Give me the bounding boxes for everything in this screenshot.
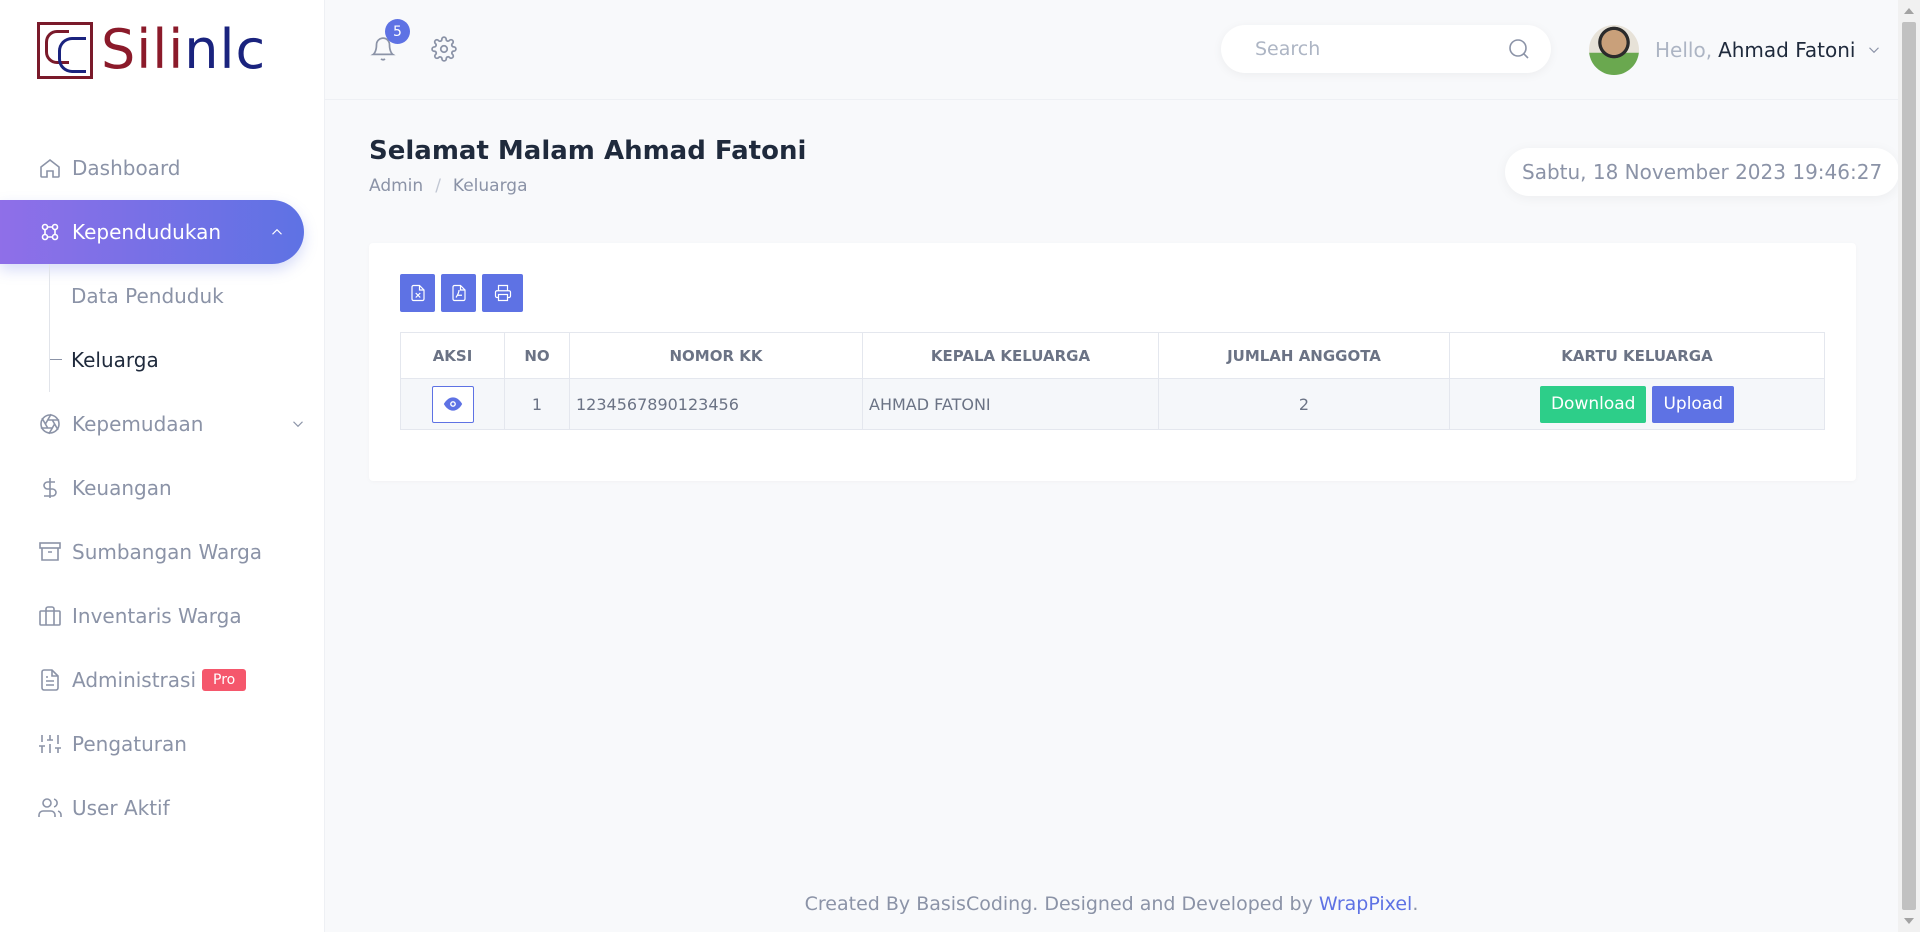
sidebar-item-label: Administrasi: [72, 668, 197, 692]
export-pdf-button[interactable]: [441, 274, 476, 312]
column-header-jumlah-anggota: JUMLAH ANGGOTA: [1158, 332, 1450, 379]
table-header-row: AKSI NO NOMOR KK KEPALA KELUARGA JUMLAH …: [400, 332, 1825, 379]
export-toolbar: [400, 274, 523, 312]
cell-jumlah-anggota: 2: [1158, 378, 1450, 430]
logo-text: Silinlc: [101, 18, 267, 81]
column-header-kartu-keluarga: KARTU KELUARGA: [1449, 332, 1825, 379]
table-row: 1 1234567890123456 AHMAD FATONI 2 Downlo…: [400, 378, 1825, 430]
eye-icon: [443, 397, 462, 411]
datetime-display: Sabtu, 18 November 2023 19:46:27: [1505, 148, 1900, 196]
hello-label: Hello,: [1655, 38, 1713, 62]
sidebar-item-keuangan[interactable]: Keuangan: [0, 456, 325, 520]
brand-logo[interactable]: Silinlc: [37, 20, 266, 80]
sidebar-subitem-keluarga[interactable]: Keluarga: [50, 328, 325, 392]
search-box: [1221, 25, 1551, 73]
view-button[interactable]: [431, 385, 474, 423]
briefcase-icon: [38, 604, 62, 628]
keluarga-card: AKSI NO NOMOR KK KEPALA KELUARGA JUMLAH …: [369, 243, 1856, 481]
page-scrollbar[interactable]: [1898, 0, 1920, 932]
chevron-up-icon: [268, 222, 286, 240]
print-button[interactable]: [482, 274, 523, 312]
home-icon: [38, 156, 62, 180]
column-header-aksi: AKSI: [400, 332, 505, 379]
sidebar-item-sumbangan-warga[interactable]: Sumbangan Warga: [0, 520, 325, 584]
cell-nomor-kk: 1234567890123456: [569, 378, 863, 430]
sidebar-item-label: Keuangan: [72, 476, 172, 500]
dollar-icon: [38, 476, 62, 500]
upload-button[interactable]: Upload: [1652, 385, 1735, 423]
footer-end: .: [1412, 893, 1419, 915]
pro-badge: Pro: [202, 669, 247, 691]
cell-kartu-keluarga: Download Upload: [1449, 378, 1825, 430]
chevron-down-icon: [1865, 41, 1883, 59]
logo-mark-icon: [37, 21, 93, 79]
cell-kepala-keluarga: AHMAD FATONI: [862, 378, 1159, 430]
footer-text: Created By BasisCoding. Designed and Dev…: [804, 893, 1313, 915]
notification-count-badge: 5: [385, 19, 410, 44]
keluarga-table: AKSI NO NOMOR KK KEPALA KELUARGA JUMLAH …: [400, 332, 1825, 430]
breadcrumb-admin[interactable]: Admin: [369, 176, 423, 196]
column-header-nomor-kk: NOMOR KK: [569, 332, 863, 379]
sidebar-subitem-label: Data Penduduk: [71, 284, 224, 308]
search-icon[interactable]: [1507, 37, 1531, 61]
breadcrumb: Admin / Keluarga: [369, 176, 528, 196]
sidebar-item-label: Sumbangan Warga: [72, 540, 263, 564]
user-icon: [38, 796, 62, 820]
breadcrumb-separator: /: [435, 176, 441, 196]
sidebar-item-kependudukan[interactable]: Kependudukan: [0, 200, 304, 264]
sidebar-item-kepemudaan[interactable]: Kepemudaan: [0, 392, 325, 456]
topbar: 5 Hello, Ahmad Fatoni: [325, 0, 1898, 100]
breadcrumb-current: Keluarga: [452, 176, 528, 196]
export-excel-button[interactable]: [400, 274, 435, 312]
sidebar-item-label: Kependudukan: [72, 220, 222, 244]
sidebar-item-inventaris-warga[interactable]: Inventaris Warga: [0, 584, 325, 648]
column-header-kepala-keluarga: KEPALA KELUARGA: [862, 332, 1159, 379]
printer-icon: [494, 284, 511, 302]
column-header-no: NO: [504, 332, 570, 379]
cell-no: 1: [504, 378, 570, 430]
sidebar-item-pengaturan[interactable]: Pengaturan: [0, 712, 325, 776]
user-menu[interactable]: Hello, Ahmad Fatoni: [1589, 24, 1883, 76]
sidebar-item-label: Kepemudaan: [72, 412, 204, 436]
avatar: [1589, 25, 1639, 75]
sidebar-subitem-data-penduduk[interactable]: Data Penduduk: [50, 264, 325, 328]
sidebar-item-label: Pengaturan: [72, 732, 187, 756]
sidebar-subitem-label: Keluarga: [71, 348, 159, 372]
gear-icon[interactable]: [431, 36, 457, 62]
scrollbar-thumb[interactable]: [1902, 22, 1916, 910]
sidebar-item-administrasi[interactable]: Administrasi Pro: [0, 648, 325, 712]
cell-aksi: [400, 378, 505, 430]
chevron-down-icon: [289, 414, 307, 432]
kependudukan-submenu: Data Penduduk Keluarga: [49, 264, 325, 392]
sidebar-item-dashboard[interactable]: Dashboard: [0, 136, 325, 200]
aperture-icon: [38, 412, 62, 436]
page-title: Selamat Malam Ahmad Fatoni: [369, 136, 807, 166]
file-pdf-icon: [451, 284, 466, 302]
user-name: Ahmad Fatoni: [1718, 38, 1856, 62]
scroll-down-arrow-icon[interactable]: [1904, 918, 1914, 924]
footer: Created By BasisCoding. Designed and Dev…: [325, 893, 1898, 915]
users-cluster-icon: [38, 220, 62, 244]
sidebar-item-user-aktif[interactable]: User Aktif: [0, 776, 325, 840]
scroll-up-arrow-icon[interactable]: [1904, 8, 1914, 14]
sidebar-nav: Dashboard Kependudukan Data Penduduk Kel…: [0, 136, 325, 840]
sidebar-item-label: User Aktif: [72, 796, 170, 820]
download-button[interactable]: Download: [1539, 385, 1647, 423]
file-excel-icon: [410, 284, 425, 302]
sidebar-item-label: Inventaris Warga: [72, 604, 242, 628]
sidebar: Silinlc Dashboard Kependudukan Data Pend…: [0, 0, 325, 932]
sidebar-item-label: Dashboard: [72, 156, 181, 180]
search-input[interactable]: [1221, 38, 1491, 60]
footer-link-wrappixel[interactable]: WrapPixel: [1319, 893, 1412, 915]
archive-icon: [38, 540, 62, 564]
sliders-icon: [38, 732, 62, 756]
document-icon: [38, 668, 62, 692]
